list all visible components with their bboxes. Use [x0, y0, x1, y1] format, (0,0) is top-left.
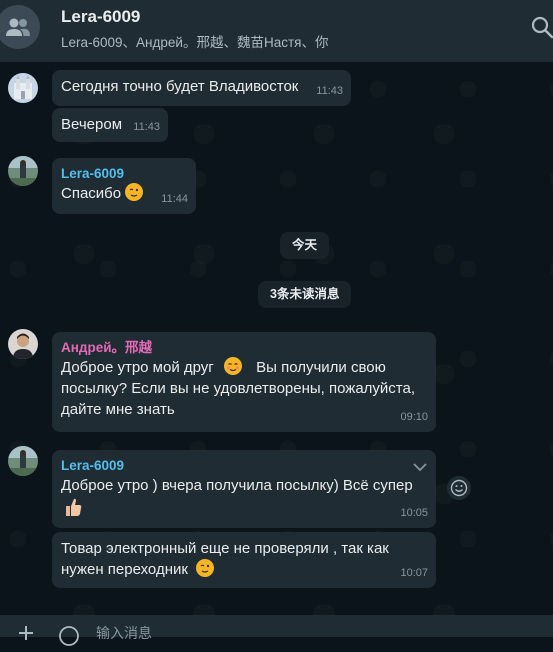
message-time: 10:05 [400, 507, 428, 519]
avatar[interactable] [8, 156, 38, 186]
unread-divider: 3条未读消息 [258, 281, 352, 308]
emoji-react-icon[interactable] [447, 476, 471, 500]
message-time: 10:07 [400, 567, 428, 579]
group-avatar-icon[interactable] [0, 5, 40, 49]
chat-header[interactable]: Lera-6009 Lera-6009、Андрей。邢越、魏苗Настя、你 [0, 0, 553, 62]
message-bubble[interactable]: Товар электронный еще не проверяли , так… [52, 532, 436, 588]
blush-emoji-icon [223, 357, 242, 375]
message-text: Сегодня точно будет Владивосток [61, 78, 299, 95]
message-time: 11:44 [161, 193, 188, 205]
chevron-down-icon[interactable] [412, 458, 428, 479]
sender-name[interactable]: Lera-6009 [61, 456, 427, 475]
message-bubble[interactable]: Сегодня точно будет Владивосток 11:43 [52, 70, 351, 106]
message-list[interactable]: Сегодня точно будет Владивосток 11:43 Ве… [0, 62, 553, 615]
avatar[interactable] [8, 446, 38, 476]
message-bubble[interactable]: Lera-6009 Доброе утро ) вчера получила п… [52, 450, 436, 528]
sender-name[interactable]: Lera-6009 [61, 164, 187, 183]
message-bubble[interactable]: Lera-6009 Спасибо 11:44 [52, 158, 196, 214]
chat-members: Lera-6009、Андрей。邢越、魏苗Настя、你 [61, 35, 329, 50]
message-time: 11:43 [133, 121, 160, 133]
plus-icon[interactable] [18, 625, 34, 641]
message-time: 09:10 [400, 411, 428, 423]
chat-title: Lera-6009 [61, 7, 141, 26]
avatar[interactable] [8, 329, 38, 359]
message-bubble[interactable]: Андрей。邢越 Доброе утро мой друг Вы получи… [52, 332, 436, 432]
message-text: Доброе утро мой друг [61, 359, 214, 376]
composer[interactable]: 输入消息 [0, 615, 553, 646]
sender-name[interactable]: Андрей。邢越 [61, 338, 427, 357]
wink-emoji-icon [196, 559, 215, 577]
message-text: Вечером [61, 116, 123, 133]
message-time: 11:43 [316, 85, 343, 97]
message-input[interactable]: 输入消息 [96, 623, 152, 643]
thumbs-up-emoji-icon [63, 496, 83, 518]
emoji-icon[interactable] [58, 625, 80, 647]
message-text: Спасибо [61, 185, 122, 202]
message-text: Доброе утро ) вчера получила посылку) Вс… [61, 477, 413, 494]
search-icon[interactable] [529, 14, 553, 40]
date-divider: 今天 [280, 232, 330, 259]
message-bubble[interactable]: Вечером 11:43 [52, 108, 168, 142]
wink-emoji-icon [125, 183, 144, 201]
avatar[interactable] [8, 73, 38, 103]
message-text: Товар электронный еще не проверяли , так… [61, 540, 389, 578]
